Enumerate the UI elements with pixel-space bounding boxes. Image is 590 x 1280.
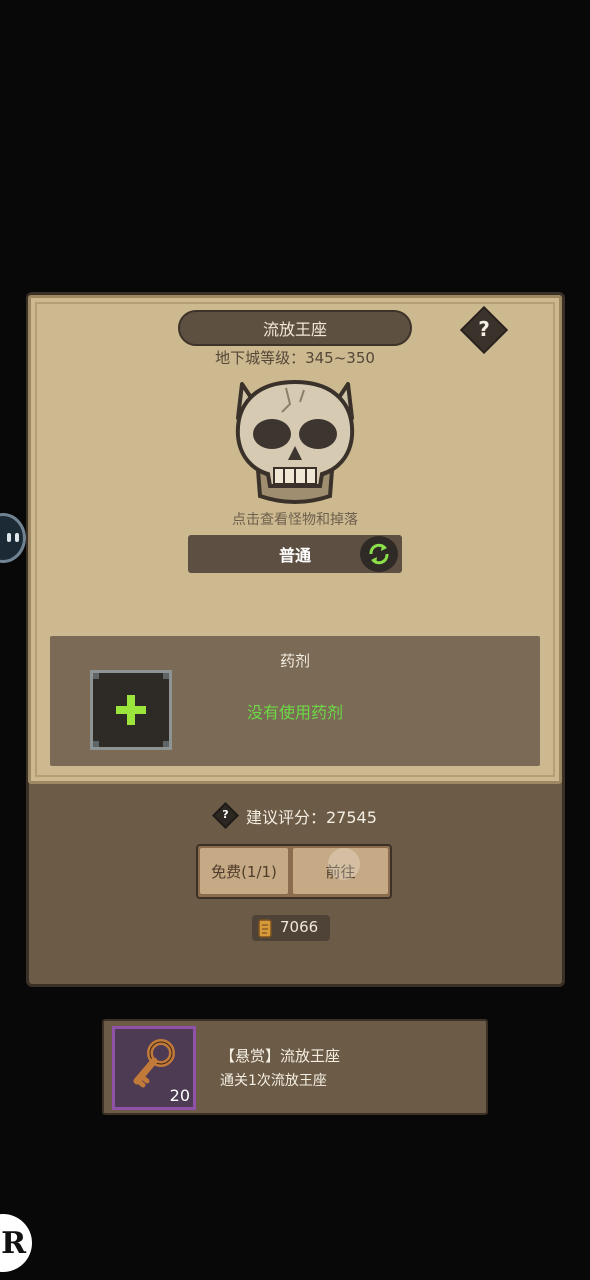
refresh-icon[interactable] bbox=[360, 536, 398, 572]
help-icon[interactable]: ? bbox=[467, 312, 501, 346]
monster-drop-hint[interactable]: 点击查看怪物和掉落 bbox=[150, 509, 440, 529]
touch-indicator bbox=[328, 848, 360, 880]
potion-empty-text: 没有使用药剂 bbox=[246, 703, 343, 722]
floating-menu-handle[interactable] bbox=[0, 513, 26, 563]
potion-add-slot[interactable] bbox=[90, 670, 172, 750]
potion-section-title: 药剂 bbox=[279, 652, 310, 670]
free-entry-button[interactable]: 免费(1/1) bbox=[200, 848, 288, 894]
handle-eye-icon bbox=[7, 533, 11, 542]
ticket-cost-value: 7066 bbox=[280, 918, 319, 936]
corner-app-logo[interactable]: R bbox=[0, 1214, 32, 1272]
handle-eye-icon bbox=[15, 533, 19, 542]
ticket-cost: 7066 bbox=[252, 915, 330, 941]
plus-icon bbox=[116, 695, 146, 725]
scroll-icon bbox=[258, 919, 272, 938]
help-icon[interactable]: ? bbox=[216, 805, 235, 824]
dungeon-level-label: 地下城等级：345~350 bbox=[215, 349, 375, 367]
quest-title: 【悬赏】流放王座 bbox=[220, 1047, 341, 1065]
recommended-score: ? 建议评分：27545 bbox=[210, 802, 410, 829]
quest-reward-count: 20 bbox=[169, 1086, 190, 1105]
quest-description: 通关1次流放王座 bbox=[220, 1073, 327, 1089]
dungeon-title: 流放王座 bbox=[178, 310, 412, 346]
skull-icon[interactable] bbox=[228, 378, 362, 508]
recommended-score-label: 建议评分：27545 bbox=[246, 808, 377, 827]
